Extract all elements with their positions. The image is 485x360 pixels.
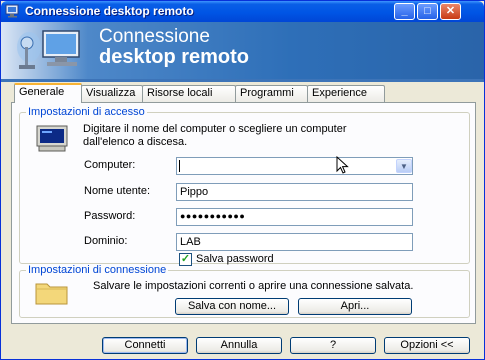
computer-label: Computer: (84, 159, 136, 171)
connect-label: Connetti (124, 339, 166, 351)
save-password-checkbox[interactable]: ✓ (179, 253, 192, 266)
remote-desktop-banner-icon (17, 30, 80, 69)
tab-visualizza[interactable]: Visualizza (81, 85, 143, 102)
connection-settings-group: Impostazioni di connessione Salvare le i… (19, 264, 470, 318)
password-label: Password: (84, 210, 136, 222)
title-bar[interactable]: Connessione desktop remoto _ □ ✕ (1, 1, 484, 22)
username-value: Pippo (180, 186, 209, 198)
access-settings-group: Impostazioni di accesso Digitare il nome… (19, 106, 470, 266)
save-password-label: Salva password (196, 253, 274, 265)
computer-combobox[interactable]: ▼ (176, 157, 413, 175)
window-title: Connessione desktop remoto (25, 4, 194, 18)
tab-panel-generale: Impostazioni di accesso Digitare il nome… (11, 102, 476, 324)
tab-programmi-label: Programmi (240, 87, 294, 99)
access-description-line1: Digitare il nome del computer o sceglier… (83, 123, 347, 135)
help-label: ? (329, 339, 337, 351)
domain-label: Dominio: (84, 235, 128, 247)
cancel-label: Annulla (220, 339, 258, 351)
cancel-button[interactable]: Annulla (196, 337, 282, 354)
access-settings-title: Impostazioni di accesso (26, 106, 147, 118)
banner-title-line2: desktop remoto (99, 46, 250, 68)
text-caret (179, 160, 180, 172)
banner-title-line1: Connessione (99, 26, 210, 47)
help-button[interactable]: ? (290, 337, 376, 354)
minimize-button[interactable]: _ (394, 3, 415, 20)
tab-generale-label: Generale (19, 86, 65, 98)
folder-icon (35, 283, 68, 305)
tab-programmi[interactable]: Programmi (235, 85, 308, 102)
options-button[interactable]: Opzioni << (384, 337, 470, 354)
domain-field[interactable]: LAB (176, 233, 413, 251)
maximize-button[interactable]: □ (417, 3, 438, 20)
save-as-button[interactable]: Salva con nome... (175, 298, 289, 315)
tab-experience-label: Experience (312, 87, 368, 99)
access-description-line2: dall'elenco a discesa. (83, 136, 188, 148)
username-label: Nome utente: (84, 185, 151, 197)
username-field[interactable]: Pippo (176, 183, 413, 201)
mouse-pointer-icon (336, 156, 349, 174)
tab-risorse-locali-label: Risorse locali (147, 87, 213, 99)
password-value: ●●●●●●●●●●● (180, 211, 246, 221)
password-field[interactable]: ●●●●●●●●●●● (176, 208, 413, 226)
domain-value: LAB (180, 236, 201, 248)
tab-risorse-locali[interactable]: Risorse locali (142, 85, 236, 102)
options-label: Opzioni << (400, 339, 454, 351)
connection-settings-title: Impostazioni di connessione (26, 264, 169, 276)
connect-button[interactable]: Connetti (102, 337, 188, 354)
tab-visualizza-label: Visualizza (86, 87, 136, 99)
save-as-label: Salva con nome... (187, 300, 277, 312)
computer-icon (36, 125, 68, 152)
chevron-down-icon[interactable]: ▼ (396, 159, 412, 173)
open-label: Apri... (340, 300, 370, 312)
banner-divider (1, 79, 484, 82)
tab-experience[interactable]: Experience (307, 85, 385, 102)
remote-desktop-window: Connessione desktop remoto _ □ ✕ Conness… (0, 0, 485, 360)
tab-generale[interactable]: Generale (14, 83, 82, 103)
open-button[interactable]: Apri... (298, 298, 412, 315)
remote-desktop-app-icon (5, 4, 19, 18)
connection-description: Salvare le impostazioni correnti o aprir… (93, 280, 414, 292)
close-button[interactable]: ✕ (440, 3, 461, 20)
